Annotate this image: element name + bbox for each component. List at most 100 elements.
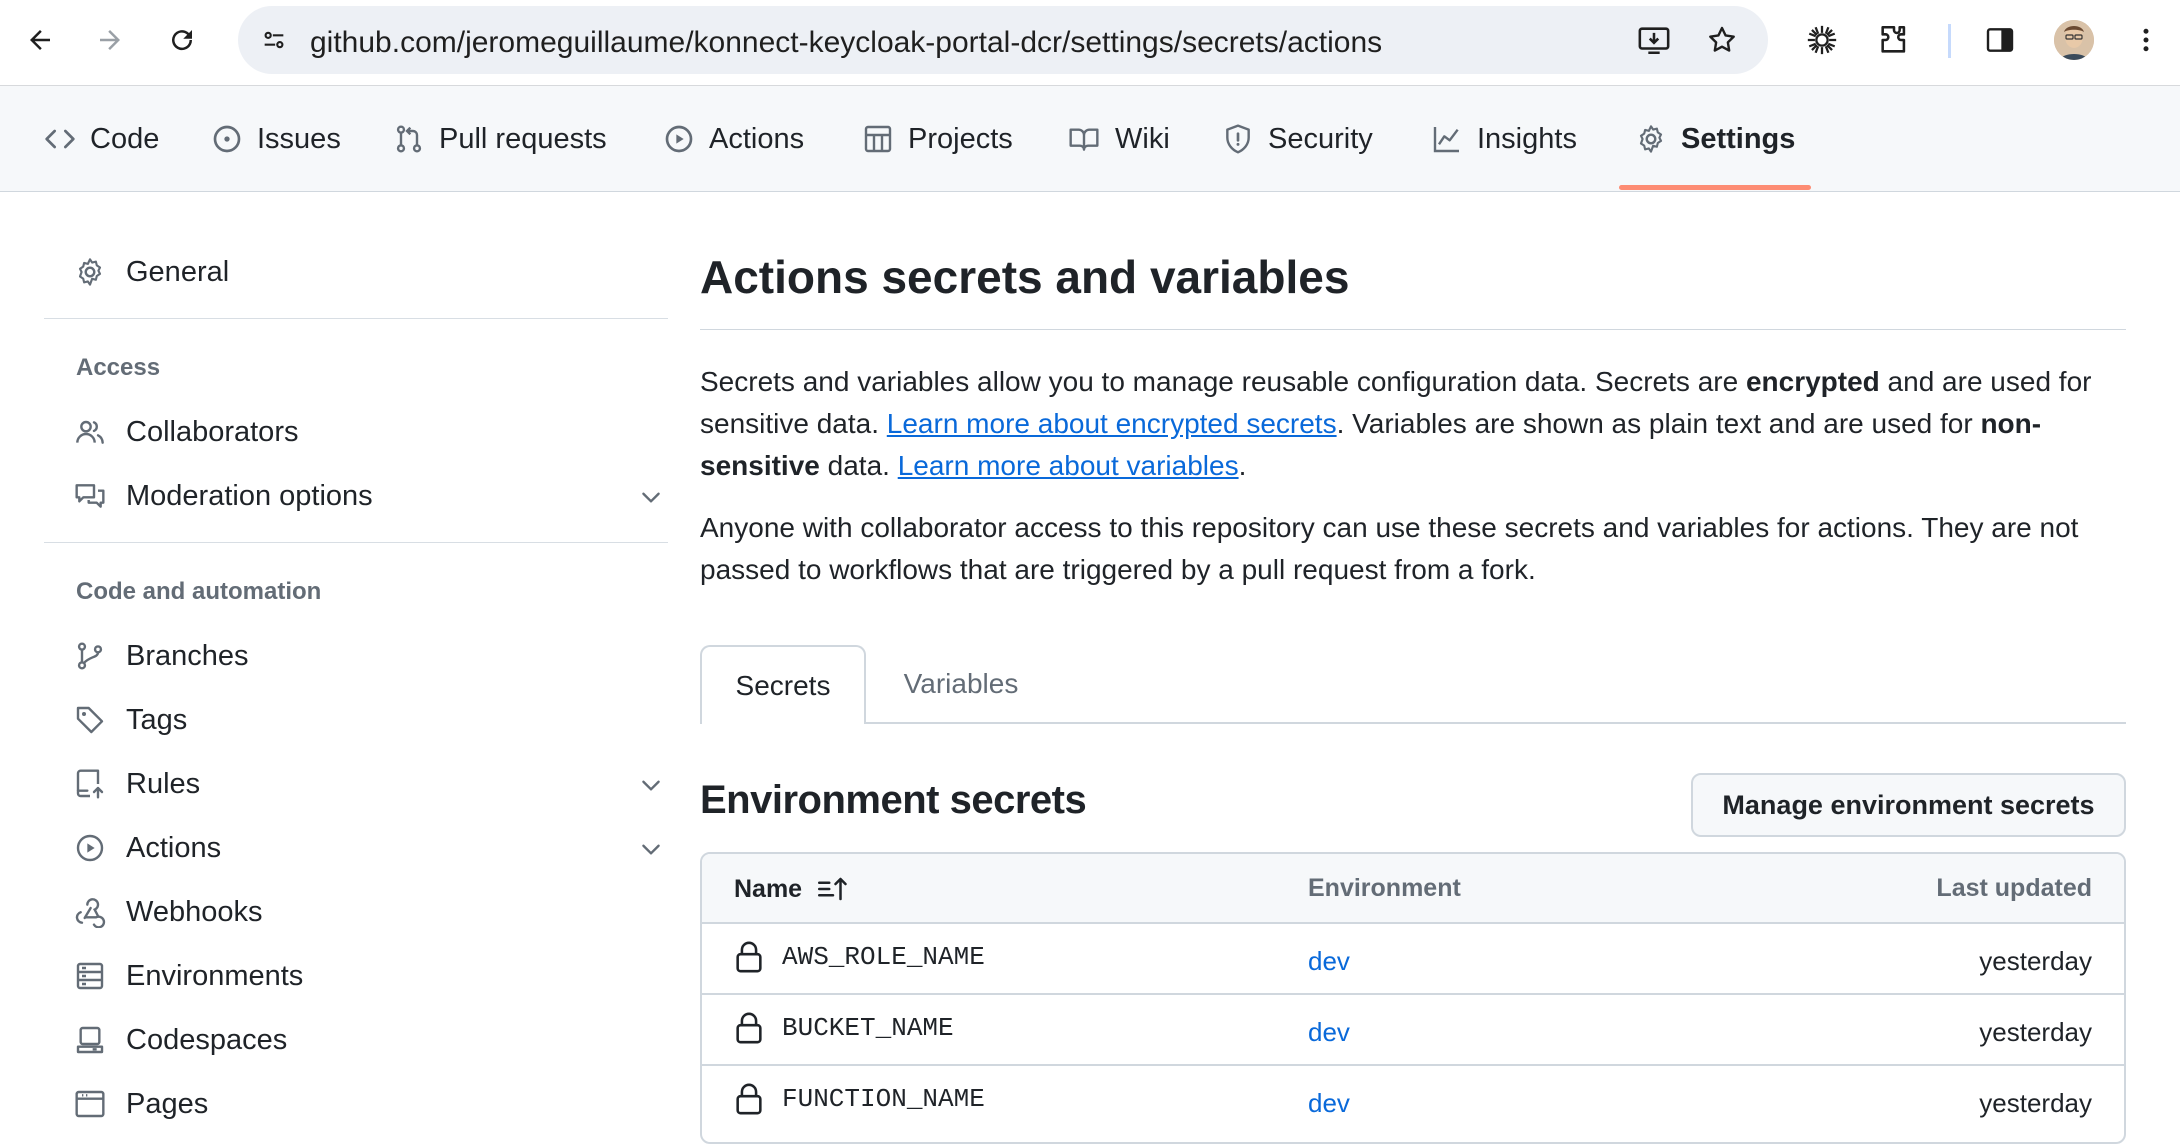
intro-text: . [1238,450,1247,481]
intro-text: . Variables are shown as plain text and … [1336,408,1981,439]
environment-link[interactable]: dev [1308,1088,1350,1119]
sidebar-heading-access: Access [76,354,161,381]
sidebar-item-moderation-options[interactable]: Moderation options [74,468,674,524]
tab-actions[interactable]: Actions [663,86,804,192]
last-updated: yesterday [1979,1017,2092,1047]
secrets-table: Name Environment Last updated AWS_ROLE_N… [700,852,2126,1144]
browser-menu-icon[interactable] [2122,16,2170,64]
sidebar-item-label: Webhooks [126,895,263,928]
forward-button[interactable] [84,14,136,66]
sidebar-item-codespaces[interactable]: Codespaces [74,1012,674,1068]
chevron-down-icon[interactable] [638,772,664,798]
table-icon [864,125,892,153]
sidebar-item-branches[interactable]: Branches [74,628,674,684]
graph-icon [1433,127,1459,153]
tab-wiki[interactable]: Wiki [1067,86,1170,192]
extension-sunburst-icon[interactable] [1798,16,1846,64]
tab-secrets[interactable]: Secrets [700,645,866,724]
tab-insights-label: Insights [1477,122,1577,155]
repo-navigation: Code Issues Pull requests Actions Projec… [0,86,2180,192]
sidebar-item-label: Branches [126,639,249,672]
tab-settings[interactable]: Settings [1635,86,1795,192]
environment-link[interactable]: dev [1308,946,1350,977]
manage-environment-secrets-button[interactable]: Manage environment secrets [1691,773,2126,837]
sidebar-divider [44,318,668,319]
install-app-icon[interactable] [1632,18,1676,62]
tab-insights[interactable]: Insights [1431,86,1577,192]
bookmark-star-icon[interactable] [1700,18,1744,62]
gear-icon [78,258,102,286]
sidebar-item-pages[interactable]: Pages [74,1076,674,1132]
sidebar-item-label: Moderation options [126,479,373,512]
table-row: BUCKET_NAME dev yesterday [702,995,2124,1066]
last-updated: yesterday [1979,946,2092,976]
sidebar-item-label: Tags [126,703,188,736]
column-last-updated: Last updated [1936,874,2092,902]
code-icon [45,129,75,149]
column-name[interactable]: Name [734,874,850,904]
sidebar-item-webhooks[interactable]: Webhooks [74,884,674,940]
chevron-down-icon[interactable] [638,484,664,510]
tab-pull-requests[interactable]: Pull requests [393,86,607,192]
chevron-down-icon[interactable] [638,836,664,862]
sidebar-item-general[interactable]: General [74,244,674,300]
sidebar-item-label: Pages [126,1087,209,1120]
tab-code[interactable]: Code [44,86,159,192]
extensions-puzzle-icon[interactable] [1870,16,1918,64]
git-branch-icon [77,642,103,670]
intro-bold-encrypted: encrypted [1745,366,1880,397]
sidebar-item-label: Collaborators [126,415,299,448]
secret-name: FUNCTION_NAME [782,1084,985,1114]
intro-paragraph: Secrets and variables allow you to manag… [700,361,2126,487]
column-environment: Environment [1308,874,1461,902]
sidebar-item-tags[interactable]: Tags [74,692,674,748]
active-tab-indicator [1619,185,1811,190]
sidebar-item-rules[interactable]: Rules [74,756,674,812]
tab-security[interactable]: Security [1222,86,1373,192]
sidebar-item-label: Rules [126,767,201,800]
address-bar[interactable]: github.com/jeromeguillaume/konnect-keycl… [238,6,1768,74]
site-info-icon[interactable] [252,18,296,62]
environment-link[interactable]: dev [1308,1017,1350,1048]
browser-icon [75,1090,105,1118]
toolbar-separator [1948,24,1951,58]
column-name-label: Name [734,874,803,903]
lock-icon [736,941,762,973]
secret-name-cell: BUCKET_NAME [734,1011,954,1045]
tab-variables[interactable]: Variables [866,645,1056,722]
secret-name-cell: FUNCTION_NAME [734,1082,985,1116]
arrow-left-icon [30,30,50,50]
issue-icon [213,125,241,153]
play-icon [76,834,104,862]
secret-name-cell: AWS_ROLE_NAME [734,940,985,974]
tab-security-label: Security [1268,122,1373,155]
tab-projects[interactable]: Projects [862,86,1013,192]
collaborator-note: Anyone with collaborator access to this … [700,512,2079,585]
sidebar-item-label: General [126,255,230,288]
last-updated: yesterday [1979,1088,2092,1118]
sidebar-item-actions[interactable]: Actions [74,820,674,876]
webhook-icon [75,898,106,928]
tabs-divider [700,722,2126,724]
table-row: FUNCTION_NAME dev yesterday [702,1066,2124,1137]
reload-button[interactable] [156,14,208,66]
tab-wiki-label: Wiki [1115,122,1170,155]
back-button[interactable] [14,14,66,66]
browser-toolbar: github.com/jeromeguillaume/konnect-keycl… [0,0,2180,86]
secret-name: AWS_ROLE_NAME [782,942,985,972]
learn-encrypted-secrets-link[interactable]: Learn more about encrypted secrets [887,408,1337,439]
tab-issues[interactable]: Issues [211,86,341,192]
sidebar-item-environments[interactable]: Environments [74,948,674,1004]
codespaces-icon [76,1026,104,1054]
profile-avatar[interactable] [2054,20,2094,60]
side-panel-icon[interactable] [1976,16,2024,64]
sidebar-item-label: Codespaces [126,1023,288,1056]
tab-projects-label: Projects [908,122,1013,155]
sort-ascending-icon[interactable] [816,874,850,904]
gear-icon [1639,125,1663,153]
intro-text: data. [819,450,898,481]
environment-secrets-title: Environment secrets [700,778,1087,822]
learn-variables-link[interactable]: Learn more about variables [898,450,1239,481]
sidebar-item-collaborators[interactable]: Collaborators [74,404,674,460]
tab-issues-label: Issues [257,122,341,155]
